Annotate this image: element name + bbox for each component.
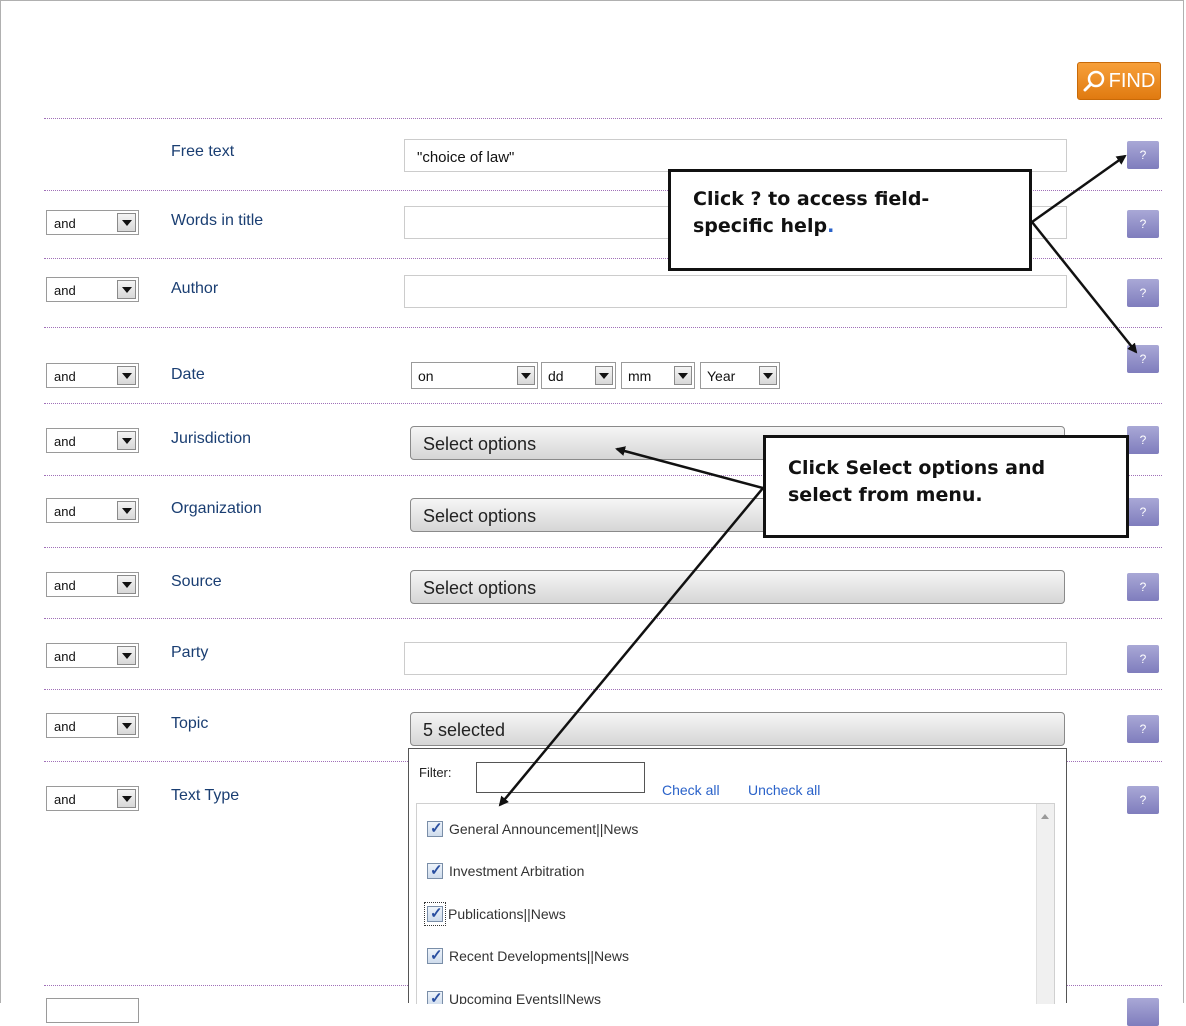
arrow-to-date-help bbox=[1031, 221, 1138, 354]
arrow-to-free-text-help bbox=[1031, 154, 1127, 224]
arrow-to-topic-option bbox=[498, 487, 764, 807]
arrow-to-jurisdiction-select bbox=[615, 446, 764, 490]
annotation-arrows bbox=[498, 154, 1138, 807]
